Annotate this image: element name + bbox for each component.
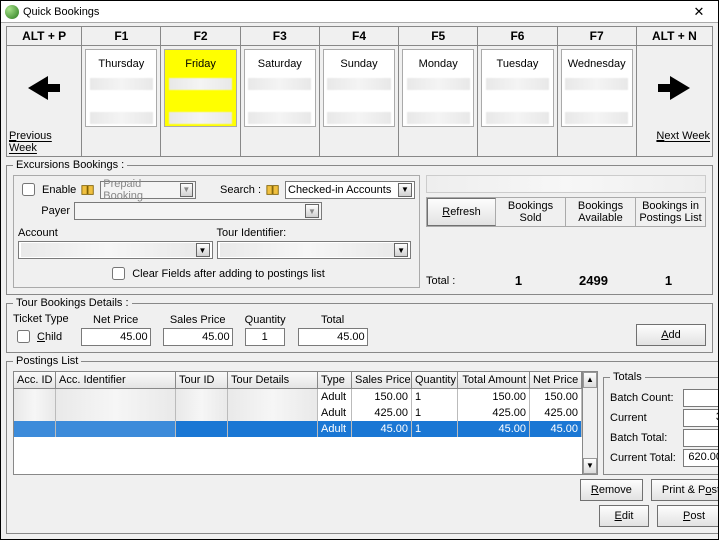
window-title: Quick Bookings xyxy=(23,6,99,18)
edit-button[interactable]: Edit xyxy=(599,505,649,527)
next-week-button[interactable] xyxy=(640,49,709,127)
bookings-sold-label: Bookings Sold xyxy=(496,198,566,226)
chevron-down-icon: ▼ xyxy=(196,243,210,257)
day-col-monday[interactable]: F5 Monday xyxy=(399,27,478,156)
stats-blurred xyxy=(426,175,706,193)
search-icon xyxy=(265,182,281,198)
account-label: Account xyxy=(18,227,213,239)
bookings-avail-label: Bookings Available xyxy=(566,198,636,226)
chevron-down-icon: ▼ xyxy=(305,204,319,218)
quantity-label: Quantity xyxy=(245,314,286,326)
vertical-scrollbar[interactable] xyxy=(582,372,597,474)
prev-week-label[interactable]: Previous Week xyxy=(7,130,81,156)
day-col-tuesday[interactable]: F6 Tuesday xyxy=(478,27,557,156)
prev-week-button[interactable] xyxy=(10,49,78,127)
clear-fields-checkbox[interactable]: Clear Fields after adding to postings li… xyxy=(108,264,325,283)
child-checkbox[interactable]: Child xyxy=(13,327,69,346)
day-col-sunday[interactable]: F4 Sunday xyxy=(320,27,399,156)
account-combo[interactable]: x▼ xyxy=(18,241,213,259)
excursions-legend: Excursions Bookings : xyxy=(13,159,127,171)
batch-total-value xyxy=(683,429,718,447)
enable-checkbox[interactable]: Enable xyxy=(18,180,76,199)
week-navigator: ALT + P Previous Week F1 Thursday F2 Fri… xyxy=(6,26,713,157)
net-price-input[interactable] xyxy=(81,328,151,346)
quantity-input[interactable] xyxy=(245,328,285,346)
payer-label: Payer xyxy=(18,205,70,217)
tour-id-label: Tour Identifier: xyxy=(217,227,412,239)
tour-details-legend: Tour Bookings Details : xyxy=(13,297,132,309)
current-total-value: 620.00 xyxy=(683,449,718,467)
total-input[interactable] xyxy=(298,328,368,346)
booking-type-combo[interactable]: Prepaid Booking▼ xyxy=(100,181,196,199)
batch-count-value xyxy=(683,389,718,407)
search-combo[interactable]: Checked-in Accounts▼ xyxy=(285,181,415,199)
sales-price-input[interactable] xyxy=(163,328,233,346)
day-col-friday[interactable]: F2 Friday xyxy=(161,27,240,156)
table-row[interactable]: xxxx Adult425.001425.00425.00 xyxy=(14,405,582,421)
net-price-label: Net Price xyxy=(81,314,151,326)
prev-week-hotkey: ALT + P xyxy=(7,27,81,46)
stats-header: Refresh Bookings Sold Bookings Available… xyxy=(426,197,706,227)
chevron-down-icon: ▼ xyxy=(394,243,408,257)
next-week-hotkey: ALT + N xyxy=(637,27,712,46)
totals-legend: Totals xyxy=(610,371,645,383)
chevron-down-icon: ▼ xyxy=(180,183,193,197)
day-col-wednesday[interactable]: F7 Wednesday xyxy=(558,27,637,156)
postings-grid[interactable]: Acc. ID Acc. Identifier Tour ID Tour Det… xyxy=(13,371,598,475)
total-label: Total xyxy=(298,314,368,326)
current-value: 3 xyxy=(683,409,718,427)
payer-combo[interactable]: ▼ xyxy=(74,202,322,220)
grid-header: Acc. ID Acc. Identifier Tour ID Tour Det… xyxy=(14,372,582,389)
stats-total-label: Total : xyxy=(426,275,481,287)
totals-group: Totals Batch Count: Current3 Batch Total… xyxy=(603,371,718,475)
app-icon xyxy=(5,5,19,19)
booking-type-icon xyxy=(80,182,96,198)
sales-price-label: Sales Price xyxy=(163,314,233,326)
postings-list-group: Postings List Acc. ID Acc. Identifier To… xyxy=(6,355,718,534)
stats-sold: 1 xyxy=(481,273,556,288)
stats-avail: 2499 xyxy=(556,273,631,288)
quick-bookings-window: Quick Bookings ✕ ALT + P Previous Week F… xyxy=(0,0,719,540)
ticket-type-label: Ticket Type xyxy=(13,313,69,325)
titlebar: Quick Bookings ✕ xyxy=(1,1,718,23)
chevron-down-icon: ▼ xyxy=(398,183,412,197)
search-label: Search : xyxy=(220,184,261,196)
excursions-bookings-group: Excursions Bookings : Enable Prepaid Boo… xyxy=(6,159,713,295)
remove-button[interactable]: Remove xyxy=(580,479,643,501)
bookings-inlist-label: Bookings in Postings List xyxy=(636,198,705,226)
tour-bookings-details-group: Tour Bookings Details : Ticket Type Chil… xyxy=(6,297,713,353)
close-button[interactable]: ✕ xyxy=(684,2,714,22)
table-row[interactable]: Adult45.00145.0045.00 xyxy=(14,421,582,437)
day-col-saturday[interactable]: F3 Saturday xyxy=(241,27,320,156)
tour-id-combo[interactable]: x▼ xyxy=(217,241,412,259)
day-col-thursday[interactable]: F1 Thursday xyxy=(82,27,161,156)
stats-inlist: 1 xyxy=(631,273,706,288)
postings-legend: Postings List xyxy=(13,355,81,367)
post-button[interactable]: Post xyxy=(657,505,718,527)
table-row[interactable]: xxxx Adult150.001150.00150.00 xyxy=(14,389,582,405)
add-button[interactable]: Add xyxy=(636,324,706,346)
next-week-label[interactable]: Next Week xyxy=(637,130,712,144)
print-post-button[interactable]: Print & Post xyxy=(651,479,718,501)
refresh-button[interactable]: Refresh xyxy=(427,198,496,226)
